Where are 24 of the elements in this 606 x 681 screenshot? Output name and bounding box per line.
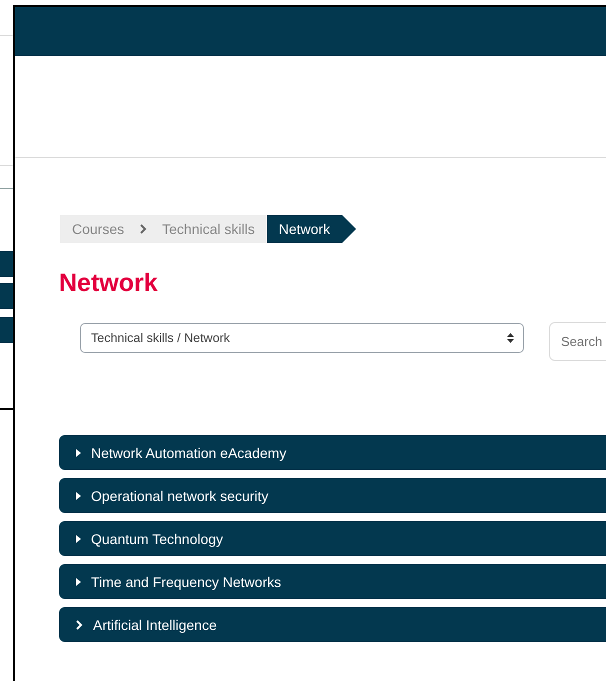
- category-bar[interactable]: Artificial Intelligence: [59, 607, 606, 642]
- updown-icon: [507, 333, 514, 343]
- category-bar[interactable]: Quantum Technology: [59, 521, 606, 556]
- category-bar[interactable]: Time and Frequency Networks: [59, 564, 606, 599]
- triangle-icon: [76, 448, 81, 456]
- triangle-icon: [76, 578, 81, 586]
- category-title: Operational network security: [91, 488, 268, 504]
- category-bar[interactable]: Network Automation eAcademy: [59, 435, 606, 470]
- page-heading: Network: [59, 268, 159, 298]
- category-title: Artificial Intelligence: [93, 616, 217, 632]
- breadcrumb-link[interactable]: Network: [266, 215, 356, 243]
- category-title: Network Automation eAcademy: [91, 444, 286, 460]
- category-title: Time and Frequency Networks: [91, 574, 282, 590]
- triangle-icon: [76, 534, 81, 542]
- chevron-icon: [76, 620, 83, 630]
- menu-bar: [0, 317, 14, 343]
- menu-bar: [0, 251, 14, 277]
- triangle-icon: [76, 492, 81, 500]
- category-title: Quantum Technology: [91, 530, 224, 546]
- chevron-icon: [138, 223, 148, 235]
- search-field[interactable]: Search: [549, 322, 606, 361]
- category-bar[interactable]: Operational network security: [59, 478, 606, 513]
- category-dropdown[interactable]: Technical skills / Network: [80, 323, 524, 353]
- menu-bar: [0, 283, 14, 309]
